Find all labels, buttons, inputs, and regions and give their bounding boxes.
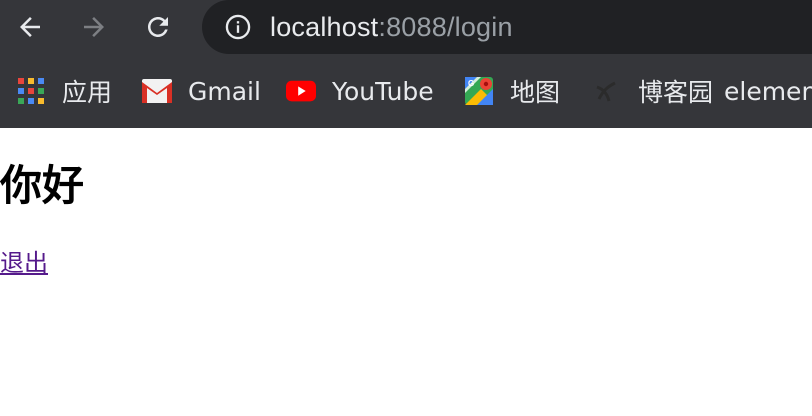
url-text[interactable]: localhost:8088/login <box>270 11 513 43</box>
address-bar[interactable]: localhost:8088/login <box>202 0 812 54</box>
maps-icon: G <box>464 76 494 106</box>
arrow-right-icon <box>84 17 104 37</box>
url-host: localhost <box>270 12 379 42</box>
url-path: :8088/login <box>378 12 513 42</box>
back-button[interactable] <box>10 8 50 46</box>
reload-icon <box>148 17 168 37</box>
info-icon[interactable] <box>224 13 252 41</box>
logout-link[interactable]: 退出 <box>0 246 48 280</box>
gmail-icon <box>142 76 172 106</box>
bookmark-cnblogs[interactable]: 博客园 <box>592 54 713 128</box>
bookmark-label: 应用 <box>62 78 113 107</box>
bookmarks-bar: 应用 Gmail YouTube G 地图 博客园 elemen <box>0 54 812 128</box>
greeting-heading: 你好 <box>0 161 85 210</box>
arrow-left-icon <box>20 17 40 37</box>
bookmark-element[interactable]: element <box>724 54 812 128</box>
reload-button[interactable] <box>138 8 178 46</box>
bookmark-apps[interactable]: 应用 <box>16 54 112 128</box>
bookmark-label: 地图 <box>510 78 561 107</box>
forward-button[interactable] <box>74 8 114 46</box>
bookmark-label: YouTube <box>332 76 434 106</box>
page-content: 你好 退出 <box>0 128 812 416</box>
bookmark-youtube[interactable]: YouTube <box>286 54 434 128</box>
browser-toolbar: localhost:8088/login <box>0 0 812 54</box>
bookmark-gmail[interactable]: Gmail <box>142 54 261 128</box>
bookmark-label: Gmail <box>188 76 261 106</box>
svg-text:G: G <box>468 79 474 88</box>
apps-grid-icon <box>16 76 46 106</box>
bookmark-label: element <box>724 76 812 106</box>
bookmark-label: 博客园 <box>638 78 714 107</box>
bookmark-maps[interactable]: G 地图 <box>464 54 560 128</box>
cnblogs-icon <box>592 76 622 106</box>
youtube-icon <box>286 76 316 106</box>
